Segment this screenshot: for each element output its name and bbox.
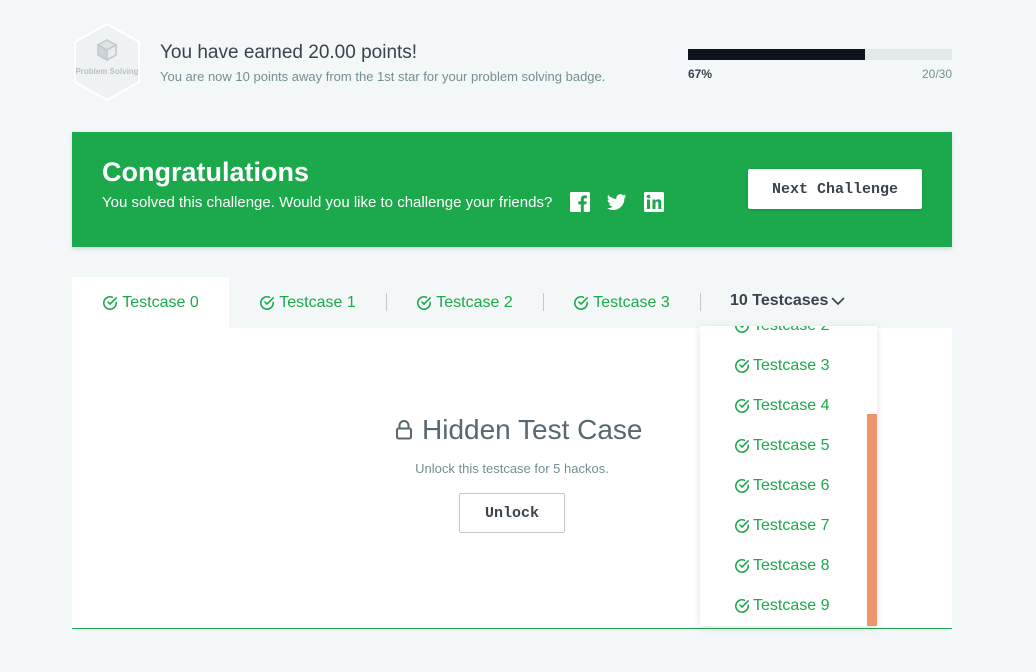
dropdown-item-label: Testcase 6: [753, 477, 830, 494]
tab-divider: [700, 293, 701, 311]
tab-label: Testcase 0: [122, 293, 199, 311]
tab-testcase-1[interactable]: Testcase 1: [229, 277, 386, 328]
dropdown-item-label: Testcase 2: [753, 326, 829, 335]
check-circle-icon: [260, 295, 275, 310]
dropdown-item-testcase-5[interactable]: Testcase 5: [734, 434, 829, 458]
check-circle-icon: [735, 399, 749, 413]
more-testcases-dropdown[interactable]: 10 Testcases: [730, 277, 845, 325]
points-title: You have earned 20.00 points!: [160, 42, 418, 63]
chevron-down-icon: [832, 297, 845, 305]
hidden-title-text: Hidden Test Case: [422, 414, 643, 445]
check-circle-icon: [574, 295, 589, 310]
dropdown-item-label: Testcase 7: [753, 517, 830, 534]
tab-label: Testcase 3: [593, 293, 670, 311]
dropdown-item-label: Testcase 5: [753, 437, 830, 454]
dropdown-item-testcase-8[interactable]: Testcase 8: [734, 554, 829, 578]
dropdown-item-testcase-6[interactable]: Testcase 6: [734, 474, 829, 498]
dropdown-item-label: Testcase 8: [753, 557, 830, 574]
badge-label: Problem Solving: [75, 67, 139, 76]
check-circle-icon: [417, 295, 432, 310]
lock-icon: [396, 420, 412, 440]
check-circle-icon: [103, 295, 118, 310]
progress-bar-fill: [688, 49, 865, 60]
congrats-title: Congratulations: [102, 157, 309, 187]
more-testcases-label: 10 Testcases: [730, 292, 829, 309]
tab-label: Testcase 1: [279, 293, 356, 311]
unlock-button[interactable]: Unlock: [459, 493, 565, 533]
next-challenge-button[interactable]: Next Challenge: [748, 169, 922, 209]
tab-testcase-0[interactable]: Testcase 0: [72, 277, 229, 328]
tab-label: Testcase 2: [436, 293, 513, 311]
points-summary: Problem Solving You have earned 20.00 po…: [72, 22, 952, 102]
tab-testcase-2[interactable]: Testcase 2: [386, 277, 543, 328]
check-circle-icon: [735, 599, 749, 613]
dropdown-item-label: Testcase 3: [753, 357, 830, 374]
dropdown-item-testcase-2[interactable]: Testcase 2: [734, 326, 829, 338]
dropdown-item-testcase-3[interactable]: Testcase 3: [734, 354, 829, 378]
dropdown-item-testcase-4[interactable]: Testcase 4: [734, 394, 829, 418]
dropdown-item-label: Testcase 4: [753, 397, 830, 414]
dropdown-item-label: Testcase 9: [753, 597, 830, 614]
linkedin-icon[interactable]: [644, 192, 666, 214]
check-circle-icon: [735, 479, 749, 493]
twitter-icon[interactable]: [606, 192, 629, 214]
dropdown-item-testcase-7[interactable]: Testcase 7: [734, 514, 829, 538]
progress-percent: 67%: [688, 67, 713, 81]
progress-count: 20/30: [921, 67, 952, 81]
check-circle-icon: [735, 559, 749, 573]
hidden-test-case-title: Hidden Test Case: [394, 414, 643, 446]
check-circle-icon: [735, 359, 749, 373]
check-circle-icon: [735, 519, 749, 533]
testcase-tabs: Testcase 0 Testcase 1 Testcase 2 Testcas…: [72, 277, 952, 328]
problem-solving-badge-icon: Problem Solving: [72, 22, 142, 102]
congratulations-banner: Congratulations You solved this challeng…: [72, 132, 952, 247]
dropdown-item-testcase-9[interactable]: Testcase 9: [734, 594, 829, 618]
tab-testcase-3[interactable]: Testcase 3: [543, 277, 700, 328]
facebook-icon[interactable]: [570, 192, 592, 214]
points-subtitle: You are now 10 points away from the 1st …: [160, 69, 606, 84]
progress-bar: [688, 49, 952, 60]
check-circle-icon: [735, 326, 749, 333]
testcase-dropdown-menu: Testcase 2 Testcase 3 Testcase 4 Testcas…: [700, 326, 877, 626]
check-circle-icon: [735, 439, 749, 453]
dropdown-scrollbar-thumb[interactable]: [867, 414, 877, 626]
congrats-subtitle: You solved this challenge. Would you lik…: [102, 194, 553, 211]
